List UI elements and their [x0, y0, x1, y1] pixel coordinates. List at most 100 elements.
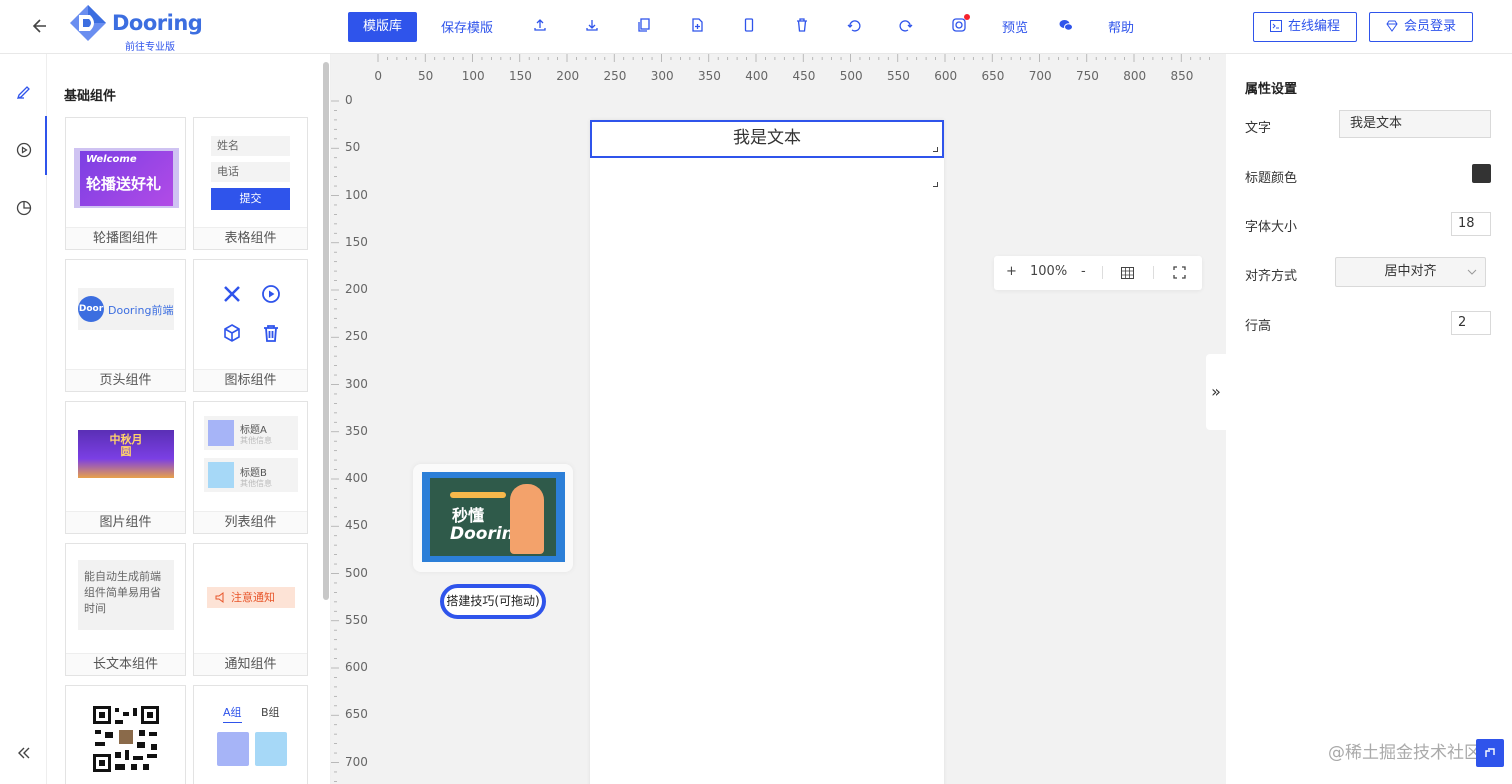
fullscreen-icon[interactable]: [1173, 266, 1186, 279]
left-icon-nav: [0, 54, 47, 784]
download-icon[interactable]: [584, 17, 600, 33]
ruler-h-label: 600: [934, 69, 958, 83]
collapse-right-panel-icon[interactable]: »: [1206, 354, 1226, 430]
back-arrow-icon[interactable]: [30, 14, 52, 38]
instagram-icon[interactable]: [951, 14, 970, 33]
grid-icon[interactable]: [1121, 267, 1134, 279]
align-select[interactable]: 居中对齐: [1335, 257, 1486, 287]
ruler-v-label: 450: [345, 518, 368, 533]
list-item-a-sub: 其他信息: [240, 436, 272, 445]
notice-preview-text: 注意通知: [231, 591, 275, 604]
panel-scrollbar[interactable]: [323, 62, 329, 600]
resize-handle[interactable]: [933, 182, 938, 187]
brush-icon[interactable]: [15, 84, 33, 102]
card-label: 轮播图组件: [66, 227, 185, 249]
card-label: 图片组件: [66, 511, 185, 533]
tabs-component-card[interactable]: A组 B组: [193, 685, 308, 784]
pie-chart-icon[interactable]: [15, 199, 33, 217]
floating-action-button[interactable]: [1476, 739, 1504, 767]
ruler-v-label: 600: [345, 660, 368, 674]
icon-component-card[interactable]: 图标组件: [193, 259, 308, 392]
top-toolbar: Dooring 前往专业版 模版库 保存模版 预览 帮助 在线编程 会员登录: [0, 0, 1512, 54]
ruler-h-label: 350: [697, 69, 721, 83]
tips-card[interactable]: 秒懂 Dooring: [413, 464, 573, 572]
header-component-card[interactable]: Door Dooring前端 页头组件: [65, 259, 186, 392]
ruler-v-label: 550: [345, 612, 368, 627]
trash-icon: [264, 325, 278, 342]
ruler-h-label: 200: [556, 69, 580, 83]
speaker-icon: [215, 592, 224, 603]
ruler-h-label: 450: [792, 69, 816, 83]
long-text-component-card[interactable]: 能自动生成前端组件简单易用省时间 长文本组件: [65, 543, 186, 676]
notification-dot: [964, 14, 970, 20]
wechat-icon[interactable]: [1058, 17, 1074, 33]
ruler-v-label: 500: [345, 565, 368, 580]
play-circle-icon: [262, 285, 280, 303]
ruler-v-label: 400: [345, 471, 368, 485]
ruler-h-label: 550: [886, 69, 910, 83]
ruler-v-label: 50: [345, 140, 361, 155]
save-template-button[interactable]: 保存模版: [441, 17, 493, 36]
preview-button[interactable]: 预览: [1002, 17, 1028, 36]
redo-icon[interactable]: [898, 17, 914, 33]
diamond-icon: [1386, 20, 1398, 32]
upload-icon[interactable]: [532, 17, 548, 33]
resize-handle[interactable]: [933, 147, 938, 152]
copy-icon[interactable]: [636, 17, 652, 33]
mobile-icon[interactable]: [741, 17, 757, 33]
zoom-out-button[interactable]: -: [1081, 264, 1086, 279]
selected-text-component[interactable]: 我是文本: [590, 120, 944, 158]
zoom-in-button[interactable]: +: [1006, 264, 1017, 279]
editor-canvas-area: 0 50 100 150 200 250 300 350 400 450 500 550 600 650 7…: [331, 54, 1226, 784]
new-file-icon[interactable]: [689, 17, 705, 33]
qrcode-component-card[interactable]: [65, 685, 186, 784]
list-component-card[interactable]: 标题A 其他信息 标题B 其他信息 列表组件: [193, 401, 308, 534]
tab-a-preview: A组: [223, 704, 242, 723]
carousel-component-card[interactable]: Welcome 轮播送好礼 轮播图组件: [65, 117, 186, 250]
help-button[interactable]: 帮助: [1108, 17, 1134, 36]
long-text-preview: 能自动生成前端组件简单易用省时间: [78, 560, 174, 630]
ruler-v-label: 150: [345, 234, 368, 249]
notice-component-card[interactable]: 注意通知 通知组件: [193, 543, 308, 676]
undo-icon[interactable]: [846, 17, 862, 33]
ruler-h-label: 250: [603, 69, 627, 83]
list-item-b-sub: 其他信息: [240, 479, 272, 488]
ruler-h-label: 800: [1123, 69, 1147, 83]
card-label: 通知组件: [194, 653, 307, 675]
color-swatch[interactable]: [1472, 164, 1491, 183]
component-panel: 基础组件 Welcome 轮播送好礼 轮播图组件 姓名 电话 提交 表格组件 D…: [47, 54, 330, 784]
ruler-v-label: 250: [345, 329, 368, 344]
cube-icon: [224, 324, 240, 342]
terminal-icon: [1269, 20, 1282, 32]
ruler-h-label: 150: [508, 69, 532, 83]
font-size-input[interactable]: 18: [1451, 212, 1491, 236]
delete-icon[interactable]: [794, 17, 810, 33]
ruler-h-label: 50: [418, 69, 434, 83]
phone-canvas[interactable]: 我是文本: [590, 120, 944, 784]
ruler-v-label: 100: [345, 187, 368, 202]
ruler-h-label: 650: [981, 69, 1005, 83]
align-prop-label: 对齐方式: [1245, 269, 1298, 284]
collapse-double-left-icon[interactable]: [15, 744, 33, 762]
qr-code-icon: [93, 706, 159, 772]
ruler-h-label: 100: [461, 69, 485, 83]
image-component-card[interactable]: 中秋月圆 图片组件: [65, 401, 186, 534]
pro-version-link[interactable]: 前往专业版: [125, 38, 175, 53]
member-login-label: 会员登录: [1403, 19, 1456, 34]
card-label: 列表组件: [194, 511, 307, 533]
line-height-input[interactable]: 2: [1451, 311, 1491, 335]
dooring-logo[interactable]: Dooring 前往专业版: [68, 3, 203, 53]
online-code-button[interactable]: 在线编程: [1253, 12, 1357, 42]
list-item-a: 标题A: [240, 425, 267, 436]
play-circle-icon[interactable]: [15, 141, 33, 159]
text-prop-input[interactable]: 我是文本: [1339, 110, 1491, 138]
list-item-b: 标题B: [240, 468, 267, 479]
template-library-button[interactable]: 模版库: [348, 12, 417, 42]
form-component-card[interactable]: 姓名 电话 提交 表格组件: [193, 117, 308, 250]
card-label: 页头组件: [66, 369, 185, 391]
ruler-h-label: 300: [650, 69, 674, 83]
link-icon: [1485, 748, 1495, 757]
ruler-h-label: 0: [374, 69, 383, 83]
build-tips-button[interactable]: 搭建技巧(可拖动): [440, 584, 546, 619]
member-login-button[interactable]: 会员登录: [1369, 12, 1473, 42]
